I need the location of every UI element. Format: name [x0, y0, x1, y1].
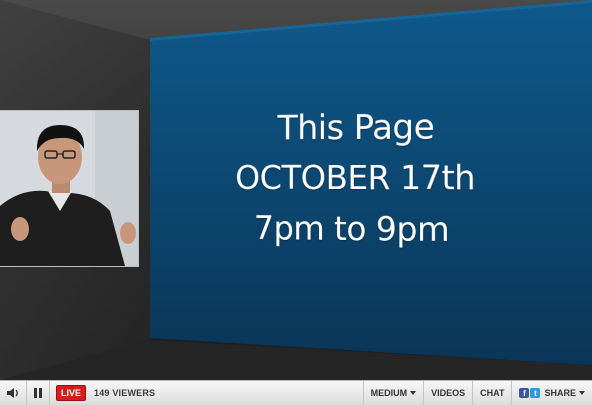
pause-button[interactable] [26, 381, 50, 405]
speaker-icon [7, 388, 18, 398]
quality-label: MEDIUM [370, 388, 408, 398]
quality-dropdown[interactable]: MEDIUM [362, 381, 424, 405]
twitter-icon: t [530, 388, 541, 398]
presenter-video-feed-icon [0, 111, 138, 266]
player-control-bar: LIVE 149 VIEWERS MEDIUM VIDEOS CHAT f t … [0, 380, 592, 405]
slide-text: This Page OCTOBER 17th 7pm to 9pm [195, 106, 512, 250]
slide-title: This Page [277, 107, 435, 149]
viewer-count: 149 VIEWERS [94, 388, 155, 398]
viewer-count-label: VIEWERS [112, 388, 156, 398]
videos-button[interactable]: VIDEOS [423, 381, 472, 405]
chevron-down-icon [579, 391, 585, 395]
viewer-count-number: 149 [94, 388, 110, 398]
chevron-down-icon [410, 391, 417, 395]
videos-label: VIDEOS [431, 388, 466, 398]
facebook-icon: f [519, 388, 530, 398]
share-label: SHARE [544, 388, 576, 398]
presenter-webcam[interactable] [0, 110, 139, 267]
share-dropdown[interactable]: f t SHARE [511, 381, 592, 405]
volume-button[interactable] [0, 381, 26, 405]
chat-label: CHAT [480, 388, 505, 398]
chat-button[interactable]: CHAT [472, 381, 511, 405]
slide-time: 7pm to 9pm [253, 208, 450, 250]
slide-date: OCTOBER 17th [235, 157, 476, 198]
video-stage[interactable]: This Page OCTOBER 17th 7pm to 9pm [0, 0, 592, 380]
live-badge: LIVE [56, 385, 87, 401]
pause-icon [34, 388, 42, 398]
